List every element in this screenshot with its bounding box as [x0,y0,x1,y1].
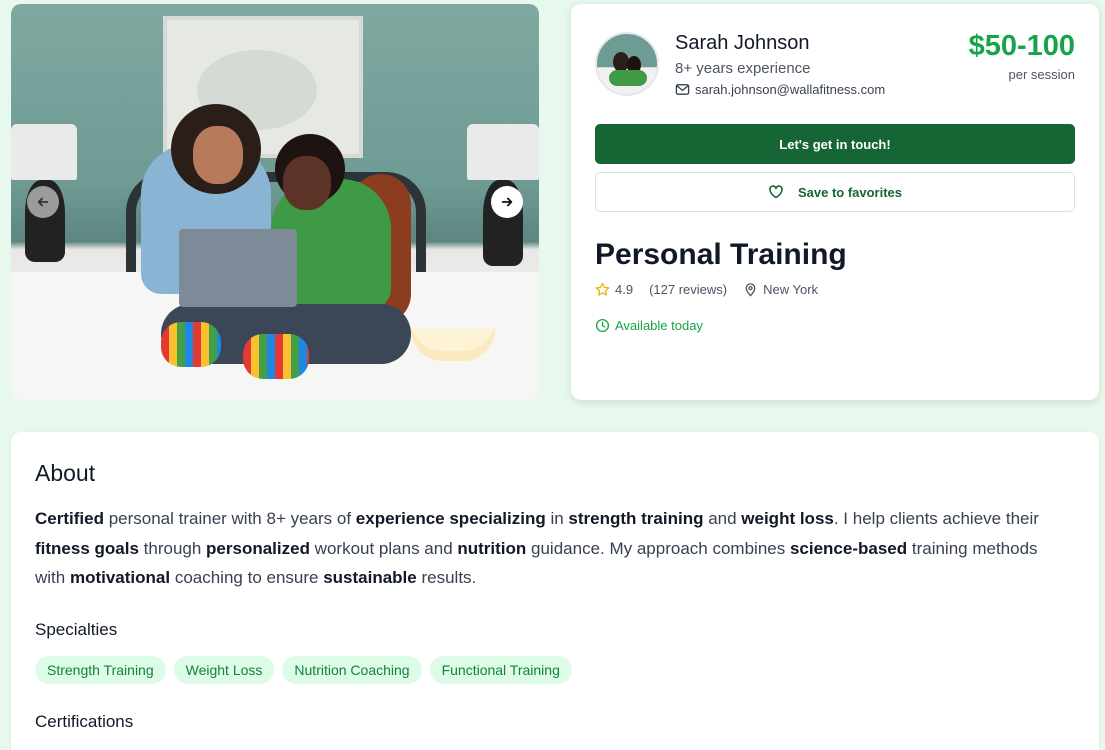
rating-location-row: 4.9 (127 reviews) New York [595,282,818,297]
rating-value: 4.9 [615,282,634,297]
availability-status: Available today [595,318,703,333]
avatar [595,32,659,96]
price-unit: per session [1008,67,1075,82]
bio-highlight: weight loss [741,509,834,528]
mail-icon [675,84,690,95]
heart-icon [769,185,783,199]
trainer-name: Sarah Johnson [675,32,810,54]
specialty-tag: Nutrition Coaching [282,656,422,684]
bio-highlight: sustainable [323,568,417,587]
previous-image-button[interactable] [27,186,59,218]
trainer-profile-card: Sarah Johnson 8+ years experience sarah.… [571,4,1099,400]
price-range: $50-100 [968,30,1075,62]
bio-highlight: Certified [35,509,104,528]
trainer-email[interactable]: sarah.johnson@wallafitness.com [675,82,885,97]
bio-highlight: experience specializing [355,509,546,528]
about-bio: Certified personal trainer with 8+ years… [35,504,1065,593]
bio-text: personal trainer with 8+ years of [103,509,356,528]
bio-text: through [138,538,207,558]
specialty-tag: Strength Training [35,656,166,684]
trainer-experience: 8+ years experience [675,60,811,77]
email-text: sarah.johnson@wallafitness.com [695,82,886,97]
certifications-heading: Certifications [35,712,134,731]
specialty-tag: Functional Training [429,656,572,684]
arrow-right-icon [501,197,513,207]
bio-highlight: strength training [568,509,704,528]
bio-text: and [703,509,742,528]
save-to-favorites-button[interactable]: Save to favorites [595,172,1075,212]
bio-text: in [545,509,569,528]
bio-text: . I help clients achieve their [833,509,1039,528]
next-image-button[interactable] [491,186,523,218]
bio-highlight: science-based [789,538,908,558]
review-count[interactable]: (127 reviews) [649,282,727,297]
about-heading: About [35,460,96,486]
bio-highlight: nutrition [457,538,527,558]
specialties-list: Strength Training Weight Loss Nutrition Co… [35,656,572,684]
map-pin-icon [745,283,756,297]
service-title: Personal Training [595,238,847,271]
specialties-heading: Specialties [35,620,118,639]
specialty-tag: Weight Loss [173,656,275,684]
clock-icon [595,318,610,333]
image-gallery [11,4,539,400]
bio-text: coaching to ensure [170,568,324,587]
bio-text: results. [416,568,477,587]
save-to-favorites-label: Save to favorites [797,184,903,200]
bio-highlight: personalized [206,538,310,558]
star-icon [595,282,610,296]
availability-text: Available today [615,318,703,333]
about-section: About Certified personal trainer with 8+… [11,432,1099,750]
contact-button[interactable]: Let's get in touch! [595,124,1075,164]
bio-text: guidance. My approach combines [526,538,790,558]
bio-highlight: motivational [69,568,171,587]
location: New York [763,282,819,297]
arrow-left-icon [37,197,49,207]
bio-text: workout plans and [309,538,458,558]
bio-highlight: fitness goals [35,538,139,558]
